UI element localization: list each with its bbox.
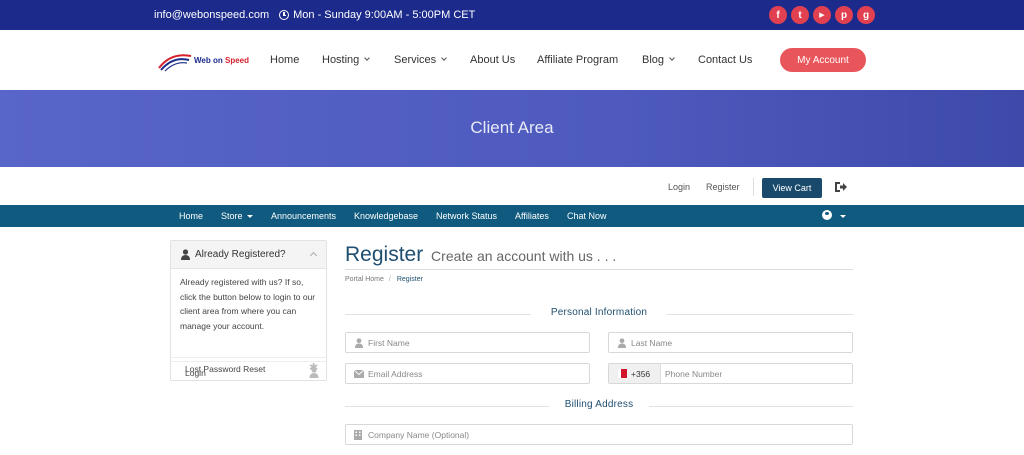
nav-hosting-label: Hosting [322,54,360,66]
company-name-field[interactable]: Company Name (Optional) [345,424,853,445]
hours-text: Mon - Sunday 9:00AM - 5:00PM CET [293,9,476,21]
sidebar-item-lost-password[interactable]: Lost Password Reset ✱ [171,357,326,380]
main-nav: Home Hosting Services About Us Affiliate… [0,30,1024,90]
social-links: f t ▶ p g [769,6,875,24]
last-name-placeholder: Last Name [631,338,673,348]
personal-info-heading: Personal Information [345,307,853,321]
panel-body: Already registered with us? If so, click… [180,277,316,331]
country-code: +356 [631,369,651,379]
clock-icon [279,10,290,20]
nav-blog[interactable]: Blog [642,54,675,66]
email-placeholder: Email Address [368,369,423,379]
register-link[interactable]: Register [706,182,740,192]
logout-icon[interactable] [834,181,848,193]
asterisk-icon: ✱ [309,362,319,374]
breadcrumb-current: Register [396,276,423,283]
facebook-icon[interactable]: f [769,6,787,24]
building-icon [354,430,362,440]
pinterest-icon[interactable]: p [835,6,853,24]
site-header: Web on Speed Home Hosting Services About… [0,30,1024,90]
billing-address-heading: Billing Address [345,399,853,413]
subnav-store-label: Store [221,211,243,221]
chevron-down-icon [246,215,253,218]
subnav-knowledgebase[interactable]: Knowledgebase [354,211,418,221]
user-icon [354,338,364,348]
twitter-icon[interactable]: t [791,6,809,24]
subnav-network-status[interactable]: Network Status [436,211,497,221]
github-icon[interactable]: g [857,6,875,24]
panel-title: Already Registered? [195,249,286,260]
first-name-field[interactable]: First Name [345,332,590,353]
breadcrumb-sep: / [388,276,391,283]
phone-placeholder: Phone Number [665,369,723,379]
nav-about[interactable]: About Us [470,54,515,66]
user-icon [181,249,190,260]
chevron-down-icon [669,55,675,61]
section-title: Personal Information [550,307,648,318]
client-nav: Home Store Announcements Knowledgebase N… [0,205,1024,227]
phone-field[interactable]: +356 Phone Number [608,363,853,384]
page-title: Client Area [470,118,554,137]
nav-blog-label: Blog [642,54,665,66]
top-bar: info@webonspeed.com Mon - Sunday 9:00AM … [0,0,1024,30]
last-name-field[interactable]: Last Name [608,332,853,353]
subnav-home[interactable]: Home [179,211,203,221]
country-code-selector[interactable]: +356 [609,364,661,383]
divider [667,314,853,315]
business-hours: Mon - Sunday 9:00AM - 5:00PM CET [279,9,475,21]
chevron-down-icon [441,55,448,61]
nav-hosting[interactable]: Hosting [322,54,371,66]
chevron-down-icon [364,55,371,61]
email-link[interactable]: info@webonspeed.com [154,9,269,21]
subnav-chat-now[interactable]: Chat Now [567,211,607,221]
breadcrumb-home[interactable]: Portal Home [345,276,384,283]
youtube-icon[interactable]: ▶ [813,6,831,24]
nav-affiliate[interactable]: Affiliate Program [537,54,618,66]
chevron-down-icon[interactable] [840,215,846,218]
my-account-button[interactable]: My Account [780,48,866,72]
register-heading: Register Create an account with us . . . [345,243,616,267]
divider [649,406,853,407]
subnav-store[interactable]: Store [221,211,253,221]
page-banner: Client Area [0,90,1024,167]
subnav-announcements[interactable]: Announcements [271,211,336,221]
breadcrumb: Portal Home / Register [345,276,423,283]
nav-home[interactable]: Home [270,54,299,66]
envelope-icon [354,370,364,378]
company-name-placeholder: Company Name (Optional) [368,430,470,440]
utility-row: Login Register View Cart [0,167,1024,205]
contact-info: info@webonspeed.com Mon - Sunday 9:00AM … [154,0,475,30]
register-subtitle: Create an account with us . . . [431,248,617,264]
subnav-affiliates[interactable]: Affiliates [515,211,549,221]
divider [345,269,853,270]
panel-header[interactable]: Already Registered? [171,241,326,269]
user-icon [617,338,627,348]
chevron-up-icon[interactable] [309,251,318,260]
sidebar-item-label: Lost Password Reset [185,364,266,374]
nav-services-label: Services [394,54,437,66]
divider [753,178,754,196]
login-link[interactable]: Login [668,182,690,192]
email-field[interactable]: Email Address [345,363,590,384]
nav-services[interactable]: Services [394,54,448,66]
malta-flag-icon [618,369,627,378]
view-cart-button[interactable]: View Cart [762,178,822,198]
section-title: Billing Address [564,399,634,410]
nav-contact[interactable]: Contact Us [698,54,752,66]
account-icon[interactable] [822,210,832,220]
register-title: Register [345,243,424,266]
first-name-placeholder: First Name [368,338,410,348]
